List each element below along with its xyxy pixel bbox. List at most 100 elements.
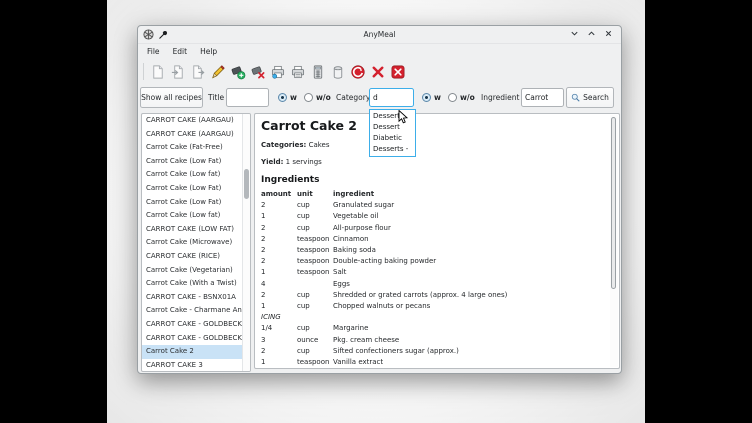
print-recipe-icon[interactable] [269, 63, 286, 80]
menu-item[interactable]: Edit [173, 47, 188, 56]
categories-label: Categories: [261, 141, 306, 149]
amount-column-header: amount [261, 189, 297, 200]
category-filter-input[interactable]: d [369, 88, 414, 107]
discard-icon[interactable] [349, 63, 366, 80]
ingredient-unit: cup [297, 290, 333, 301]
recipe-list-item[interactable]: Carrot Cake (Low Fat) [142, 155, 243, 169]
recipe-list-item[interactable]: CARROT CAKE 3 [142, 359, 243, 372]
category-suggestion-item[interactable]: Diabetic [370, 133, 415, 144]
ingredient-row: ICING [261, 312, 609, 323]
yield-value: 1 servings [286, 158, 322, 166]
mouse-cursor [398, 110, 409, 125]
recipe-list-item[interactable]: CARROT CAKE (AARGAU) [142, 114, 243, 128]
recipe-list-item[interactable]: CARROT CAKE - BSNX01A [142, 291, 243, 305]
magnifier-icon [571, 93, 580, 102]
recipe-list-item[interactable]: Carrot Cake (Low fat) [142, 209, 243, 223]
category-suggestion-item[interactable]: Desserts - [370, 144, 415, 155]
close-icon[interactable] [604, 29, 613, 38]
window-title: AnyMeal [138, 30, 621, 39]
cancel-icon[interactable] [369, 63, 386, 80]
category-with-radio[interactable] [422, 93, 431, 102]
recipe-list-item[interactable]: Carrot Cake (Low Fat) [142, 196, 243, 210]
toolbar-handle[interactable] [143, 63, 144, 80]
recipe-list-item[interactable]: Carrot Cake (Fat-Free) [142, 141, 243, 155]
maximize-icon[interactable] [587, 29, 596, 38]
recipe-list-item[interactable]: Carrot Cake (Vegetarian) [142, 264, 243, 278]
ingredient-amount: 4 [261, 279, 297, 290]
recipe-list-item[interactable]: Carrot Cake (With a Twist) [142, 277, 243, 291]
ingredient-unit: cup [297, 301, 333, 312]
ingredient-row: 2 cup Granulated sugar [261, 200, 609, 211]
ingredient-amount: 3 [261, 335, 297, 346]
import-recipes-icon[interactable] [169, 63, 186, 80]
ingredient-unit: teaspoon [297, 245, 333, 256]
recipe-view[interactable]: Carrot Cake 2 Categories: Cakes Yield: 1… [254, 113, 620, 369]
delete-recipe-icon[interactable] [249, 63, 266, 80]
recipe-list-item[interactable]: Carrot Cake (Microwave) [142, 236, 243, 250]
ingredient-filter-input[interactable]: Carrot [521, 88, 564, 107]
ingredient-amount: 1/4 [261, 323, 297, 334]
ingredient-name: Shredded or grated carrots (approx. 4 la… [333, 290, 609, 301]
title-with-radio[interactable] [278, 93, 287, 102]
ingredient-unit [297, 312, 333, 323]
ingredient-row: 2 cup All-purpose flour [261, 223, 609, 234]
title-with-label: w [290, 93, 297, 102]
export-recipes-icon[interactable] [189, 63, 206, 80]
ingredient-row: 2 cup Sifted confectioners sugar (approx… [261, 346, 609, 357]
recipe-list-item[interactable]: Carrot Cake 2 [142, 345, 243, 359]
category-without-radio[interactable] [448, 93, 457, 102]
search-button-label: Search [583, 93, 609, 102]
ingredient-amount: ICING [261, 312, 297, 323]
recipe-list-item[interactable]: Carrot Cake (Low fat) [142, 168, 243, 182]
new-recipe-icon[interactable] [149, 63, 166, 80]
ingredient-amount: 1 [261, 267, 297, 278]
ingredient-unit: teaspoon [297, 234, 333, 245]
ingredient-amount: 2 [261, 346, 297, 357]
ingredient-column-header: ingredient [333, 189, 609, 200]
edit-recipe-icon[interactable] [209, 63, 226, 80]
ingredient-unit: ounce [297, 335, 333, 346]
titlebar[interactable]: AnyMeal [138, 26, 621, 44]
recipe-view-scrollbar[interactable] [610, 115, 618, 367]
recipe-list-item[interactable]: CARROT CAKE - GOLDBECK [142, 318, 243, 332]
title-without-radio[interactable] [304, 93, 313, 102]
show-all-recipes-button[interactable]: Show all recipes [140, 87, 203, 108]
recipe-list-item[interactable]: CARROT CAKE - GOLDBECK [142, 332, 243, 346]
minimize-icon[interactable] [570, 29, 579, 38]
database-icon[interactable] [329, 63, 346, 80]
ingredient-amount: 2 [261, 290, 297, 301]
recipe-list-scrollbar[interactable] [242, 114, 250, 371]
calculator-icon[interactable] [309, 63, 326, 80]
recipe-view-scrollbar-thumb[interactable] [611, 117, 616, 289]
recipe-list-scrollbar-thumb[interactable] [244, 169, 249, 199]
recipe-list[interactable]: CARROT CAKE (AARGAU)CARROT CAKE (AARGAU)… [141, 113, 251, 372]
categories-value: Cakes [309, 141, 330, 149]
menu-item[interactable]: File [147, 47, 160, 56]
recipe-list-item[interactable]: Carrot Cake (Low Fat) [142, 182, 243, 196]
category-without-label: w/o [460, 93, 475, 102]
title-filter-input[interactable] [226, 88, 269, 107]
ingredient-amount: 2 [261, 234, 297, 245]
title-filter-label: Title [208, 93, 224, 102]
ingredient-amount: 2 [261, 223, 297, 234]
ingredient-row: 1 cup Chopped walnuts or pecans [261, 301, 609, 312]
recipe-list-item[interactable]: Carrot Cake - Charmane An... [142, 304, 243, 318]
recipe-title: Carrot Cake 2 [261, 118, 609, 133]
search-button[interactable]: Search [566, 87, 614, 108]
add-recipe-icon[interactable] [229, 63, 246, 80]
toolbar [138, 59, 621, 84]
menu-item[interactable]: Help [200, 47, 217, 56]
filter-bar: Show all recipes Title w w/o Category d … [138, 85, 621, 110]
ingredient-row: 2 teaspoon Baking soda [261, 245, 609, 256]
ingredient-row: 2 teaspoon Double-acting baking powder [261, 256, 609, 267]
recipe-list-item[interactable]: CARROT CAKE (AARGAU) [142, 128, 243, 142]
recipe-categories: Categories: Cakes [261, 141, 609, 150]
print-preview-icon[interactable] [289, 63, 306, 80]
recipe-list-item[interactable]: CARROT CAKE (LOW FAT) [142, 223, 243, 237]
ingredient-row: 3 ounce Pkg. cream cheese [261, 335, 609, 346]
menubar: File Edit Help [138, 43, 621, 59]
ingredient-row: 2 teaspoon Cinnamon [261, 234, 609, 245]
quit-icon[interactable] [389, 63, 406, 80]
ingredient-name [333, 312, 609, 323]
recipe-list-item[interactable]: CARROT CAKE (RICE) [142, 250, 243, 264]
